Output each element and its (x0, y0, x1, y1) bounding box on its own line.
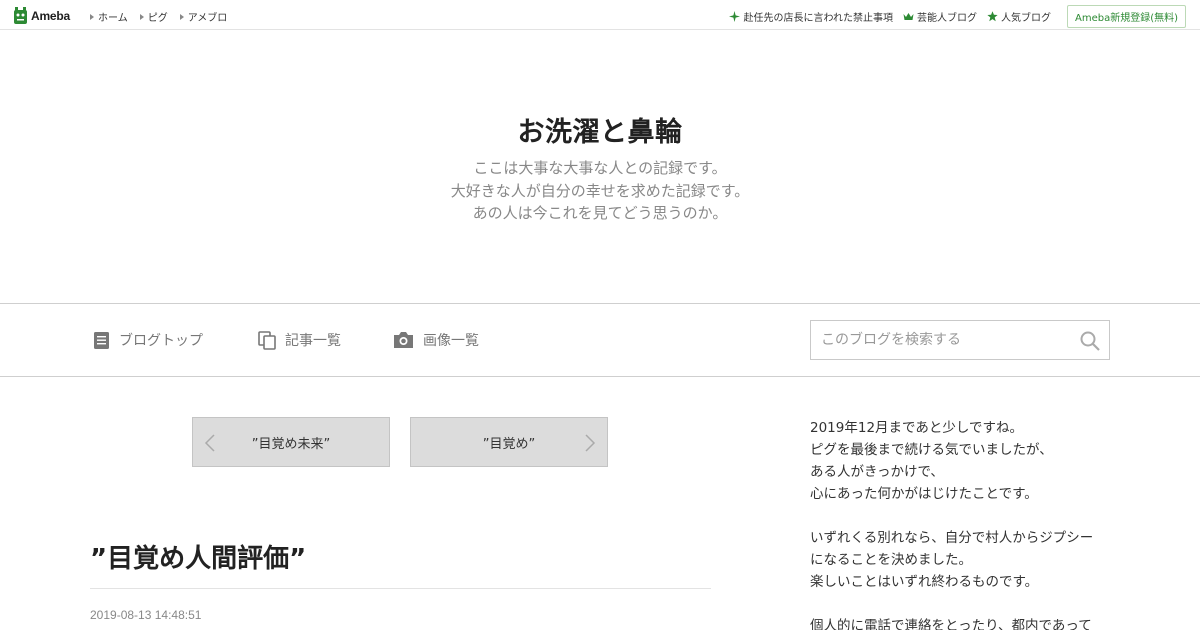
celebrity-blog-label: 芸能人ブログ (916, 13, 977, 24)
sidebar-profile-text: 2019年12月まであと少しですね。 ピグを最後まで続ける気でいましたが、 ある… (810, 420, 1094, 630)
triangle-right-icon (139, 13, 144, 20)
celebrity-blog-link[interactable]: 芸能人ブログ (903, 9, 977, 24)
previous-article-label: ”目覚め未来” (251, 436, 331, 452)
nav-blog-top[interactable]: ブログトップ (93, 330, 203, 350)
featured-article-link[interactable]: 赴任先の店長に言われた禁止事項 (729, 9, 893, 24)
divider (90, 588, 711, 589)
ameba-mascot-icon (14, 6, 27, 24)
top-nav-label: アメブロ (187, 13, 228, 24)
description-line: あの人は今これを見てどう思うのか。 (472, 204, 728, 222)
sparkle-icon (729, 11, 741, 22)
nav-article-list[interactable]: 記事一覧 (258, 330, 341, 350)
nav-image-list[interactable]: 画像一覧 (393, 330, 479, 350)
triangle-right-icon (179, 13, 184, 20)
top-nav-label: ピグ (147, 13, 168, 24)
triangle-right-icon (90, 13, 94, 20)
top-nav-pigg[interactable]: ピグ (139, 9, 168, 24)
search-icon[interactable] (1079, 330, 1101, 352)
star-icon (987, 11, 998, 22)
search-input[interactable] (811, 321, 1071, 359)
nav-image-list-label: 画像一覧 (423, 333, 479, 349)
blog-nav: ブログトップ 記事一覧 画像一覧 (0, 303, 1200, 377)
top-right-links: 赴任先の店長に言われた禁止事項 芸能人ブログ 人気ブログ Ameba新規登録(無… (729, 5, 1186, 28)
blog-description: ここは大事な大事な人との記録です。 大好きな人が自分の幸せを求めた記録です。 あ… (0, 157, 1200, 225)
top-bar: Ameba ホーム ピグ アメブロ 赴任先の店長に言われた禁止事項 芸能人ブログ (0, 0, 1200, 30)
logo-text: Ameba (31, 8, 71, 23)
blog-header: お洗濯と鼻輪 ここは大事な大事な人との記録です。 大好きな人が自分の幸せを求めた… (0, 30, 1200, 303)
document-icon (94, 331, 109, 349)
nav-blog-top-label: ブログトップ (119, 333, 203, 349)
blog-title[interactable]: お洗濯と鼻輪 (0, 110, 1200, 149)
description-line: 大好きな人が自分の幸せを求めた記録です。 (450, 181, 750, 200)
top-nav-home[interactable]: ホーム (90, 9, 128, 24)
next-article-label: ”目覚め” (482, 436, 536, 452)
article-title[interactable]: ”目覚め人間評価” (90, 538, 306, 575)
copy-icon (258, 330, 276, 350)
chevron-left-icon (204, 434, 215, 452)
top-nav: ホーム ピグ アメブロ (90, 9, 227, 24)
register-button[interactable]: Ameba新規登録(無料) (1066, 5, 1186, 28)
previous-article-button[interactable]: ”目覚め未来” (192, 417, 390, 467)
article-date: 2019-08-13 14:48:51 (90, 608, 202, 622)
popular-blog-link[interactable]: 人気ブログ (987, 9, 1051, 24)
camera-icon (394, 332, 413, 348)
blog-search (810, 320, 1110, 360)
chevron-right-icon (585, 434, 596, 452)
popular-blog-label: 人気ブログ (1000, 13, 1051, 24)
nav-article-list-label: 記事一覧 (285, 333, 341, 349)
next-article-button[interactable]: ”目覚め” (410, 417, 608, 467)
top-nav-label: ホーム (98, 13, 128, 24)
crown-icon (903, 13, 914, 20)
top-nav-ameblo[interactable]: アメブロ (179, 9, 228, 24)
ameba-logo[interactable]: Ameba (13, 6, 70, 25)
description-line: ここは大事な大事な人との記録です。 (473, 159, 727, 177)
featured-article-label: 赴任先の店長に言われた禁止事項 (743, 13, 893, 24)
